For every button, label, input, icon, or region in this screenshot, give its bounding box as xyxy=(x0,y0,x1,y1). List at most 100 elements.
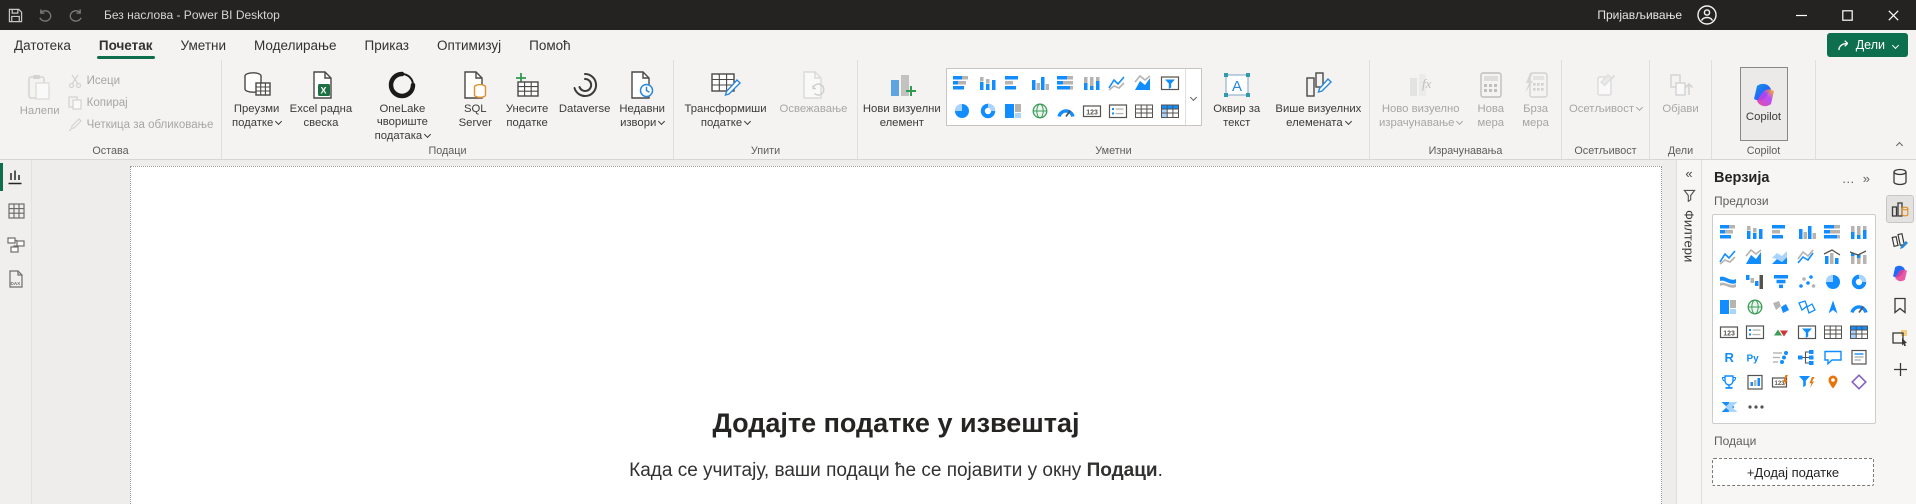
maximize-button[interactable] xyxy=(1824,0,1870,30)
gauge-visual-icon[interactable] xyxy=(1849,299,1869,315)
text-box-button[interactable]: A Оквир за текст xyxy=(1206,65,1268,143)
redo-icon[interactable] xyxy=(60,0,90,30)
card-visual-icon[interactable]: 123 xyxy=(1082,103,1102,119)
stacked-column-visual-icon[interactable] xyxy=(978,75,998,91)
tab-home[interactable]: Почетак xyxy=(85,30,167,60)
clustered-bar-visual-icon[interactable] xyxy=(1771,224,1791,240)
clustered-column-visual-icon[interactable] xyxy=(1030,75,1050,91)
copilot-pane-button[interactable] xyxy=(1887,260,1913,286)
gauge-visual-icon[interactable] xyxy=(1056,103,1076,119)
account-icon[interactable] xyxy=(1692,0,1722,30)
viz-pane-more-button[interactable]: … xyxy=(1838,171,1859,186)
multi-row-card-visual-icon[interactable] xyxy=(1745,324,1765,340)
slicer-new-visual-icon[interactable] xyxy=(1797,374,1817,390)
pie-visual-icon[interactable] xyxy=(1823,274,1843,290)
scatter-visual-icon[interactable] xyxy=(1797,274,1817,290)
copilot-button[interactable]: Copilot xyxy=(1740,67,1788,141)
line-visual-icon[interactable] xyxy=(1719,249,1739,265)
selection-pane-button[interactable] xyxy=(1887,324,1913,350)
tab-help[interactable]: Помоћ xyxy=(515,30,585,60)
more-visual-icon[interactable] xyxy=(1746,399,1766,415)
add-data-button[interactable]: +Додај податке xyxy=(1712,458,1874,486)
report-page[interactable] xyxy=(130,166,1662,504)
r-script-visual-icon[interactable]: R xyxy=(1719,349,1739,365)
map-visual-icon[interactable] xyxy=(1030,103,1050,119)
100-column-visual-icon[interactable] xyxy=(1849,224,1869,240)
metrics-visual-icon[interactable] xyxy=(1719,374,1739,390)
collapse-viz-pane-button[interactable]: » xyxy=(1859,171,1874,186)
python-script-visual-icon[interactable]: Py xyxy=(1745,349,1765,365)
line-clustered-column-visual-icon[interactable] xyxy=(1823,249,1843,265)
shape-map-visual-icon[interactable] xyxy=(1797,299,1817,315)
paginated-report-visual-icon[interactable] xyxy=(1745,374,1765,390)
undo-icon[interactable] xyxy=(30,0,60,30)
100-bar-visual-icon[interactable] xyxy=(1823,224,1843,240)
decomposition-tree-visual-icon[interactable] xyxy=(1797,349,1817,365)
get-data-button[interactable]: Преузми податке xyxy=(226,65,287,143)
model-view-button[interactable] xyxy=(0,228,32,262)
stacked-column-visual-icon[interactable] xyxy=(1745,224,1765,240)
treemap-visual-icon[interactable] xyxy=(1719,299,1739,315)
multi-row-card-visual-icon[interactable] xyxy=(1108,103,1128,119)
tab-modeling[interactable]: Моделирање xyxy=(240,30,350,60)
area-visual-icon[interactable] xyxy=(1745,249,1765,265)
gallery-expand-button[interactable] xyxy=(1185,69,1201,125)
matrix-visual-icon[interactable] xyxy=(1849,324,1869,340)
smart-narrative-visual-icon[interactable] xyxy=(1849,349,1869,365)
kpi-visual-icon[interactable] xyxy=(1771,324,1791,340)
waterfall-visual-icon[interactable] xyxy=(1745,274,1765,290)
table-visual-icon[interactable] xyxy=(1823,324,1843,340)
slicer-visual-icon[interactable] xyxy=(1160,75,1180,91)
tab-insert[interactable]: Уметни xyxy=(167,30,241,60)
dax-query-view-button[interactable]: DAX xyxy=(0,262,32,296)
slicer-visual-icon[interactable] xyxy=(1797,324,1817,340)
stacked-area-visual-icon[interactable] xyxy=(1771,249,1791,265)
add-pane-button[interactable] xyxy=(1887,356,1913,382)
expand-filters-button[interactable]: « xyxy=(1685,166,1692,181)
filters-pane-label[interactable]: Филтери xyxy=(1682,210,1697,262)
minimize-button[interactable] xyxy=(1778,0,1824,30)
bookmarks-pane-button[interactable] xyxy=(1887,292,1913,318)
matrix-visual-icon[interactable] xyxy=(1160,103,1180,119)
power-apps-visual-icon[interactable] xyxy=(1849,374,1869,390)
tab-view[interactable]: Приказ xyxy=(351,30,424,60)
azure-map-visual-icon[interactable] xyxy=(1823,299,1843,315)
qa-visual-icon[interactable] xyxy=(1823,349,1843,365)
save-icon[interactable] xyxy=(0,0,30,30)
line-stacked-visual-icon[interactable] xyxy=(1797,249,1817,265)
format-visual-pane-button[interactable] xyxy=(1887,228,1913,254)
tab-file[interactable]: Датотека xyxy=(0,30,85,60)
line-visual-icon[interactable] xyxy=(1108,75,1128,91)
data-pane-button[interactable] xyxy=(1887,164,1913,190)
pie-visual-icon[interactable] xyxy=(952,103,972,119)
donut-visual-icon[interactable] xyxy=(1849,274,1869,290)
table-visual-icon[interactable] xyxy=(1134,103,1154,119)
report-canvas[interactable]: Додајте податке у извештај Када се учита… xyxy=(32,160,1676,504)
donut-visual-icon[interactable] xyxy=(978,103,998,119)
treemap-visual-icon[interactable] xyxy=(1004,103,1024,119)
key-influencers-visual-icon[interactable] xyxy=(1771,349,1791,365)
line-stacked-column-visual-icon[interactable] xyxy=(1849,249,1869,265)
card-new-visual-icon[interactable]: 123 xyxy=(1771,374,1791,390)
filled-map-visual-icon[interactable] xyxy=(1771,299,1791,315)
clustered-bar-visual-icon[interactable] xyxy=(1004,75,1024,91)
build-visual-pane-button[interactable] xyxy=(1887,196,1913,222)
new-visual-button[interactable]: Нови визуелни елемент xyxy=(862,65,942,143)
dataverse-button[interactable]: Dataverse xyxy=(556,65,613,143)
share-button[interactable]: Дели xyxy=(1827,33,1908,57)
clustered-column-visual-icon[interactable] xyxy=(1797,224,1817,240)
power-automate-visual-icon[interactable] xyxy=(1720,399,1740,415)
stacked-bar-visual-icon[interactable] xyxy=(952,75,972,91)
stacked-bar-visual-icon[interactable] xyxy=(1719,224,1739,240)
collapse-ribbon-button[interactable] xyxy=(1894,133,1902,151)
enter-data-button[interactable]: Унесите податке xyxy=(500,65,554,143)
ribbon-visual-icon[interactable] xyxy=(1719,274,1739,290)
100-column-visual-icon[interactable] xyxy=(1082,75,1102,91)
sign-in-button[interactable]: Пријављивање xyxy=(1597,8,1682,22)
sql-server-button[interactable]: SQL Server xyxy=(452,65,498,143)
arcgis-map-visual-icon[interactable] xyxy=(1823,374,1843,390)
close-button[interactable] xyxy=(1870,0,1916,30)
recent-sources-button[interactable]: Недавни извори xyxy=(615,65,669,143)
100-bar-visual-icon[interactable] xyxy=(1056,75,1076,91)
map-visual-icon[interactable] xyxy=(1745,299,1765,315)
